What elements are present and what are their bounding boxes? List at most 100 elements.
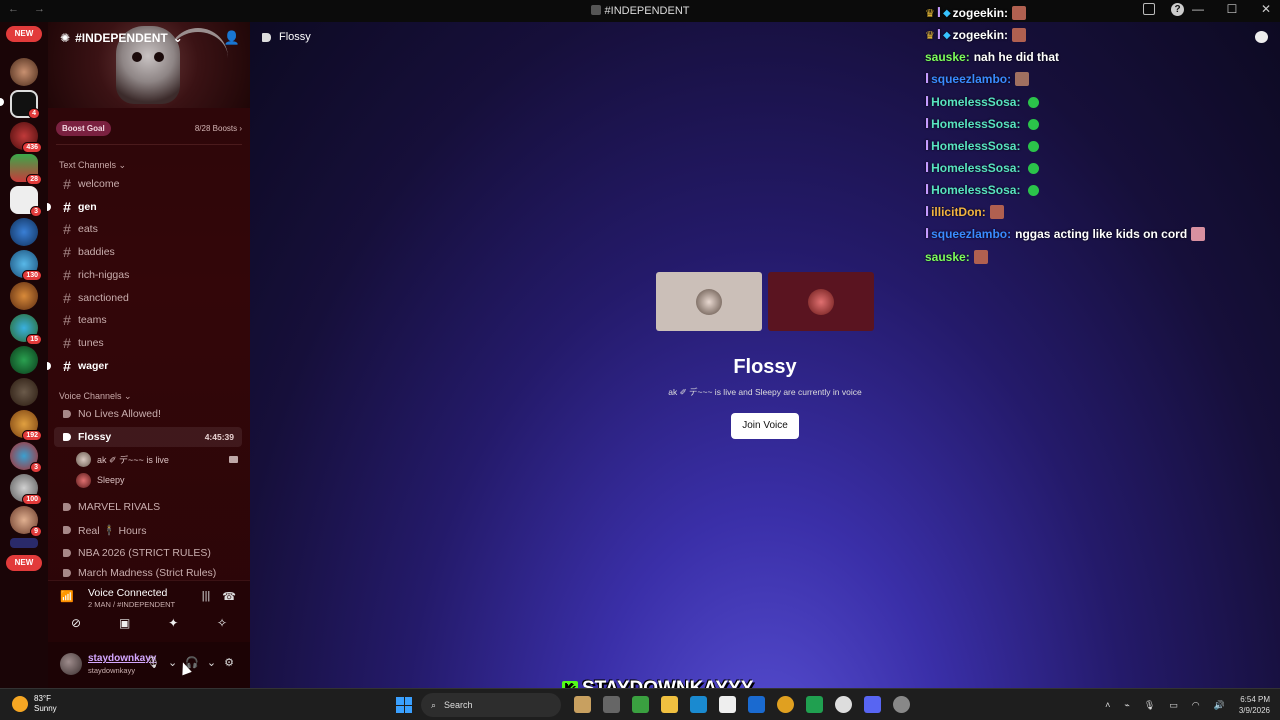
camera-off-button[interactable]: ⊘	[60, 616, 92, 636]
volume-icon[interactable]: 🔊	[1214, 700, 1225, 711]
screen-share-button[interactable]: ▣	[109, 616, 141, 636]
activities-button[interactable]: ✦	[157, 616, 189, 636]
file-explorer-icon[interactable]	[661, 696, 678, 713]
category-voice-channels[interactable]: Voice Channels	[59, 391, 132, 402]
chevron-down-icon[interactable]: ⌄	[168, 656, 177, 669]
join-voice-button[interactable]: Join Voice	[731, 413, 799, 439]
channel-tunes[interactable]: # tunes	[54, 333, 242, 353]
voice-channel-march-madness[interactable]: March Madness (Strict Rules)	[54, 566, 242, 580]
chat-icon[interactable]	[1255, 31, 1268, 43]
microphone-icon[interactable]: 🎙	[1144, 700, 1155, 711]
server-icon[interactable]	[10, 346, 38, 374]
minimize-button[interactable]: —	[1190, 2, 1206, 16]
wifi-icon[interactable]: ◠	[1192, 700, 1200, 711]
start-button[interactable]	[396, 697, 412, 713]
channel-teams[interactable]: # teams	[54, 310, 242, 330]
server-icon[interactable]: 3	[10, 442, 42, 473]
server-badge-icon: ✺	[60, 31, 71, 45]
channel-gen[interactable]: # gen	[47, 197, 242, 217]
voice-channel-flossy[interactable]: Flossy 4:45:39	[54, 427, 242, 447]
display-icon[interactable]: ▭	[1169, 700, 1178, 711]
voice-user-ak[interactable]: ak ✐ デ~~~ is live	[76, 449, 169, 469]
new-pill[interactable]: NEW	[6, 555, 42, 571]
server-icon[interactable]	[10, 58, 38, 86]
voice-channel-nba-2026[interactable]: NBA 2026 (STRICT RULES)	[54, 543, 242, 563]
server-icon[interactable]: 28	[10, 154, 42, 185]
edge-icon[interactable]	[690, 696, 707, 713]
voice-connection-panel: 📶 Voice Connected 2 MAN / #INDEPENDENT |…	[48, 580, 250, 642]
hash-icon: #	[63, 335, 71, 351]
voice-user-sleepy[interactable]: Sleepy	[76, 470, 125, 490]
store-icon[interactable]	[719, 696, 736, 713]
voice-location[interactable]: 2 MAN / #INDEPENDENT	[88, 600, 175, 609]
voice-timer: 4:45:39	[204, 432, 234, 442]
task-view-icon[interactable]	[603, 696, 620, 713]
network-icon[interactable]: ⌁	[1124, 700, 1129, 711]
voice-channel-real-hours[interactable]: Real 🕴 Hours	[54, 520, 242, 540]
server-rail: NEW 4 436 28 3 130 15 192 3 100 9 NEW	[0, 22, 48, 688]
weather-widget[interactable]: 83°F Sunny	[12, 694, 57, 714]
server-icon[interactable]	[10, 378, 38, 406]
hash-icon: #	[63, 267, 71, 283]
channel-eats[interactable]: # eats	[54, 219, 242, 239]
channel-baddies[interactable]: # baddies	[54, 242, 242, 262]
server-icon[interactable]: 192	[10, 410, 42, 441]
server-icon[interactable]: 3	[10, 186, 42, 217]
noise-suppression-icon[interactable]: |||	[202, 590, 211, 603]
server-icon[interactable]: 436	[10, 122, 42, 153]
hash-icon: #	[63, 312, 71, 328]
speaker-icon	[56, 569, 78, 577]
chrome-icon[interactable]	[777, 696, 794, 713]
disconnect-icon[interactable]: ☎	[222, 590, 236, 603]
chevron-up-icon[interactable]: ˄	[1105, 700, 1110, 710]
clock[interactable]: 6:54 PM 3/9/2026	[1239, 694, 1270, 716]
screen-share-icon[interactable]	[1143, 3, 1155, 15]
channel-header: Flossy	[262, 31, 311, 43]
app-icon[interactable]	[806, 696, 823, 713]
settings-gear-icon[interactable]: ⚙	[224, 656, 234, 669]
soundboard-button[interactable]: ✧	[206, 616, 238, 636]
server-icon[interactable]	[10, 538, 38, 548]
badge-icon: ꟾ	[936, 7, 941, 20]
close-button[interactable]: ✕	[1258, 2, 1274, 16]
mention-badge: 130	[22, 270, 42, 281]
emote	[1015, 72, 1030, 86]
channel-wager[interactable]: # wager	[47, 356, 242, 376]
server-icon[interactable]: 4	[10, 90, 40, 119]
server-name-header[interactable]: ✺ #INDEPENDENT ⌄	[60, 31, 183, 45]
voice-channel-no-lives[interactable]: No Lives Allowed!	[54, 404, 242, 424]
channel-welcome[interactable]: # welcome	[54, 174, 242, 194]
widgets-icon[interactable]	[574, 696, 591, 713]
voice-status[interactable]: Voice Connected	[88, 587, 167, 599]
participant-tile-ak[interactable]	[656, 272, 762, 331]
server-icon[interactable]	[10, 282, 38, 310]
server-icon[interactable]: 9	[10, 506, 42, 537]
server-icon[interactable]: 100	[10, 474, 42, 505]
server-icon[interactable]: 130	[10, 250, 42, 281]
microphone-icon[interactable]: 🎙	[146, 656, 160, 669]
category-text-channels[interactable]: Text Channels	[59, 160, 126, 171]
server-icon[interactable]	[10, 218, 38, 246]
chevron-down-icon[interactable]: ⌄	[207, 656, 216, 669]
new-pill[interactable]: NEW	[6, 26, 42, 42]
voice-channel-marvel-rivals[interactable]: MARVEL RIVALS	[54, 497, 242, 517]
channel-sanctioned[interactable]: # sanctioned	[54, 288, 242, 308]
server-icon[interactable]: 15	[10, 314, 42, 345]
help-icon[interactable]: ?	[1171, 3, 1184, 16]
chat-message: ꟾ HomelessSosa:	[925, 183, 1040, 197]
signal-icon[interactable]: 📶	[60, 590, 74, 603]
participant-tile-sleepy[interactable]	[768, 272, 874, 331]
outlook-icon[interactable]	[748, 696, 765, 713]
app-icon[interactable]	[893, 696, 910, 713]
mention-badge: 9	[30, 526, 42, 537]
taskbar-search[interactable]: ⌕ Search	[421, 693, 561, 717]
game-app-icon[interactable]	[632, 696, 649, 713]
boost-goal-bar[interactable]: Boost Goal 8/28 Boosts ›	[56, 120, 242, 136]
add-user-icon[interactable]: 👤	[224, 30, 240, 46]
discord-icon[interactable]	[864, 696, 881, 713]
maximize-button[interactable]: ☐	[1224, 2, 1240, 16]
channel-rich-niggas[interactable]: # rich-niggas	[54, 265, 242, 285]
avatar[interactable]	[60, 653, 82, 675]
app-icon[interactable]	[835, 696, 852, 713]
chat-message: ꟾ HomelessSosa:	[925, 117, 1040, 131]
